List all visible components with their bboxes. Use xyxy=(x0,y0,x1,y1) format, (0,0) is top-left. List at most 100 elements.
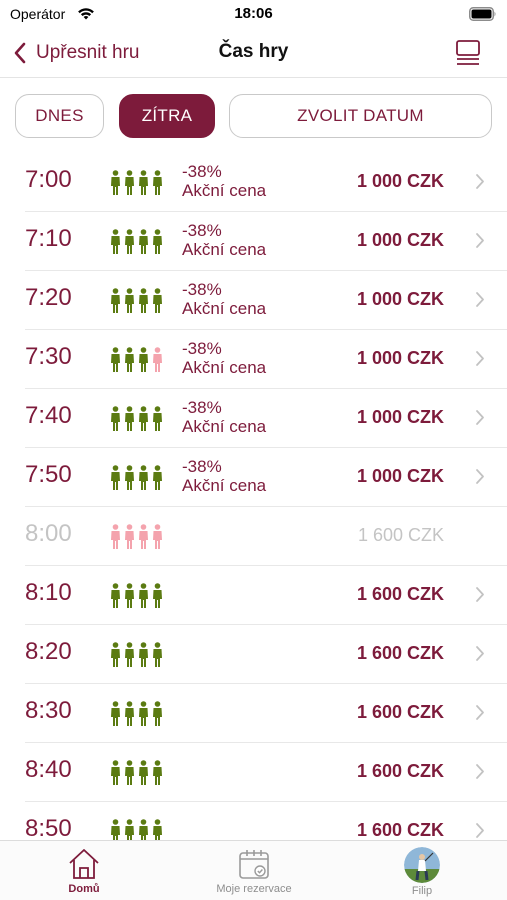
tee-time-row[interactable]: 8:30 1 600 CZK xyxy=(25,684,507,743)
player-slots xyxy=(110,524,163,550)
tab-bar: Domů Moje rezervace Filip xyxy=(0,840,507,900)
player-free-icon xyxy=(111,583,120,608)
price-label: 1 000 CZK xyxy=(356,289,444,309)
back-button[interactable]: Upřesnit hru xyxy=(12,36,140,70)
player-free-icon xyxy=(139,583,148,608)
tee-time-label: 7:20 xyxy=(25,284,72,311)
player-free-icon xyxy=(111,288,120,313)
player-taken-icon xyxy=(153,347,162,372)
player-taken-icon xyxy=(139,524,148,549)
discount-label: Akční cena xyxy=(182,181,267,200)
price-label: 1 000 CZK xyxy=(356,171,444,191)
tee-time-label: 7:30 xyxy=(25,343,72,370)
tab-dnes[interactable]: DNES xyxy=(15,94,104,138)
player-slots xyxy=(110,642,163,668)
status-time: 18:06 xyxy=(234,5,273,22)
player-slots xyxy=(110,229,163,255)
player-slots xyxy=(110,170,163,196)
discount-percent: -38% xyxy=(182,221,222,240)
price-label: 1 000 CZK xyxy=(356,407,444,427)
player-free-icon xyxy=(125,170,134,195)
tee-time-row[interactable]: 7:20 -38% Akční cena 1 000 CZK xyxy=(25,271,507,330)
discount-info: -38% Akční cena xyxy=(182,162,266,200)
player-free-icon xyxy=(111,406,120,431)
player-free-icon xyxy=(153,701,162,726)
avatar xyxy=(404,847,440,883)
player-free-icon xyxy=(125,288,134,313)
chevron-right-icon xyxy=(476,410,484,425)
chevron-right-icon xyxy=(476,587,484,602)
player-free-icon xyxy=(125,229,134,254)
price-label: 1 000 CZK xyxy=(356,348,444,368)
list-view-icon[interactable] xyxy=(453,39,483,67)
player-slots xyxy=(110,288,163,314)
tee-time-label: 8:00 xyxy=(25,520,72,547)
player-free-icon xyxy=(153,465,162,490)
player-taken-icon xyxy=(125,524,134,549)
tab-profile[interactable]: Filip xyxy=(352,847,492,897)
player-free-icon xyxy=(139,819,148,840)
tab-zvolit-datum[interactable]: ZVOLIT DATUM xyxy=(229,94,492,138)
player-free-icon xyxy=(153,760,162,785)
player-free-icon xyxy=(153,406,162,431)
player-slots xyxy=(110,347,163,373)
nav-bar: Upřesnit hru Čas hry xyxy=(0,28,507,78)
back-label: Upřesnit hru xyxy=(36,42,140,63)
player-slots xyxy=(110,701,163,727)
price-label: 1 600 CZK xyxy=(357,525,444,545)
tee-time-label: 8:40 xyxy=(25,756,72,783)
tee-time-row[interactable]: 8:10 1 600 CZK xyxy=(25,566,507,625)
discount-label: Akční cena xyxy=(182,240,267,259)
chevron-right-icon xyxy=(476,646,484,661)
tab-home[interactable]: Domů xyxy=(14,847,154,895)
tab-zitra[interactable]: ZÍTRA xyxy=(119,94,215,138)
chevron-right-icon xyxy=(476,469,484,484)
chevron-right-icon xyxy=(476,233,484,248)
chevron-right-icon xyxy=(476,823,484,838)
tee-time-label: 8:20 xyxy=(25,638,72,665)
player-free-icon xyxy=(111,465,120,490)
player-free-icon xyxy=(125,583,134,608)
discount-percent: -38% xyxy=(182,457,222,476)
tee-time-row[interactable]: 8:50 1 600 CZK xyxy=(25,802,507,840)
price-label: 1 600 CZK xyxy=(356,761,444,781)
price-label: 1 000 CZK xyxy=(356,230,444,250)
tab-reservations[interactable]: Moje rezervace xyxy=(184,847,324,895)
player-free-icon xyxy=(111,701,120,726)
tab-reservations-label: Moje rezervace xyxy=(216,883,292,895)
price-label: 1 600 CZK xyxy=(356,643,444,663)
chevron-right-icon xyxy=(476,292,484,307)
tee-time-label: 8:10 xyxy=(25,579,72,606)
player-free-icon xyxy=(139,465,148,490)
tee-time-row[interactable]: 7:00 -38% Akční cena 1 000 CZK xyxy=(25,153,507,212)
player-free-icon xyxy=(111,819,120,840)
discount-info: -38% Akční cena xyxy=(182,339,266,377)
player-slots xyxy=(110,583,163,609)
tee-time-row[interactable]: 8:20 1 600 CZK xyxy=(25,625,507,684)
tee-time-row[interactable]: 8:40 1 600 CZK xyxy=(25,743,507,802)
tee-time-row[interactable]: 7:50 -38% Akční cena 1 000 CZK xyxy=(25,448,507,507)
tee-time-label: 8:30 xyxy=(25,697,72,724)
player-free-icon xyxy=(111,170,120,195)
player-free-icon xyxy=(125,701,134,726)
player-free-icon xyxy=(139,701,148,726)
home-icon xyxy=(69,849,99,879)
player-free-icon xyxy=(111,760,120,785)
battery-icon xyxy=(469,7,496,21)
calendar-check-icon xyxy=(239,850,269,879)
player-free-icon xyxy=(125,760,134,785)
tee-time-label: 7:10 xyxy=(25,225,72,252)
date-tabs: DNES ZÍTRA ZVOLIT DATUM xyxy=(15,94,492,138)
discount-percent: -38% xyxy=(182,162,222,181)
discount-info: -38% Akční cena xyxy=(182,280,266,318)
tee-time-row[interactable]: 7:30 -38% Akční cena 1 000 CZK xyxy=(25,330,507,389)
discount-percent: -38% xyxy=(182,280,222,299)
tee-time-row[interactable]: 7:40 -38% Akční cena 1 000 CZK xyxy=(25,389,507,448)
player-free-icon xyxy=(111,642,120,667)
chevron-right-icon xyxy=(476,351,484,366)
player-free-icon xyxy=(153,229,162,254)
back-chevron-icon xyxy=(14,42,26,64)
discount-info: -38% Akční cena xyxy=(182,221,266,259)
tee-time-row[interactable]: 7:10 -38% Akční cena 1 000 CZK xyxy=(25,212,507,271)
chevron-right-icon xyxy=(476,764,484,779)
